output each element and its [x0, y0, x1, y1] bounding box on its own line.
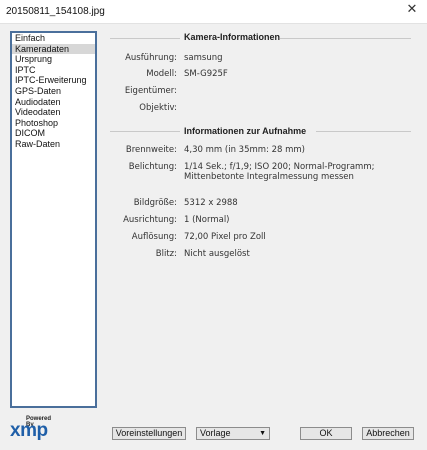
- section-divider: [280, 38, 411, 39]
- owner-label: Eigentümer:: [124, 86, 177, 96]
- close-icon[interactable]: ✕: [405, 3, 419, 17]
- cancel-button[interactable]: Abbrechen: [362, 427, 414, 440]
- ok-button[interactable]: OK: [300, 427, 352, 440]
- xmp-logo-text: xmp: [10, 420, 48, 441]
- title-bar: 20150811_154108.jpg ✕: [0, 0, 427, 24]
- chevron-down-icon: ▼: [259, 430, 266, 437]
- category-list[interactable]: Einfach Kameradaten Ursprung IPTC IPTC-E…: [10, 31, 97, 408]
- make-value: samsung: [184, 53, 223, 63]
- sidebar-item-photoshop[interactable]: Photoshop: [12, 118, 95, 129]
- resolution-label: Auflösung:: [131, 232, 177, 242]
- sidebar-item-raw-daten[interactable]: Raw-Daten: [12, 139, 95, 150]
- model-value: SM-G925F: [184, 69, 228, 79]
- capture-info-heading: Informationen zur Aufnahme: [184, 126, 307, 136]
- image-size-value: 5312 x 2988: [184, 198, 238, 208]
- model-label: Modell:: [146, 69, 177, 79]
- orientation-label: Ausrichtung:: [123, 215, 177, 225]
- sidebar-item-ursprung[interactable]: Ursprung: [12, 54, 95, 65]
- exposure-value-line1: 1/14 Sek.; f/1,9; ISO 200; Normal-Progra…: [184, 162, 375, 172]
- sidebar-item-einfach[interactable]: Einfach: [12, 33, 95, 44]
- sidebar-item-videodaten[interactable]: Videodaten: [12, 107, 95, 118]
- flash-label: Blitz:: [155, 249, 177, 259]
- section-divider: [110, 38, 180, 39]
- sidebar-item-gps-daten[interactable]: GPS-Daten: [12, 86, 95, 97]
- exposure-value-line2: Mittenbetonte Integralmessung messen: [184, 172, 354, 182]
- focal-length-value: 4,30 mm (in 35mm: 28 mm): [184, 145, 305, 155]
- preferences-button[interactable]: Voreinstellungen: [112, 427, 186, 440]
- window-title: 20150811_154108.jpg: [6, 6, 105, 17]
- orientation-value: 1 (Normal): [184, 215, 230, 225]
- section-divider: [110, 131, 180, 132]
- section-divider: [316, 131, 411, 132]
- camera-info-heading: Kamera-Informationen: [184, 32, 281, 42]
- lens-label: Objektiv:: [139, 103, 177, 113]
- make-label: Ausführung:: [125, 53, 177, 63]
- sidebar-item-iptc-erweiterung[interactable]: IPTC-Erweiterung: [12, 75, 95, 86]
- image-size-label: Bildgröße:: [133, 198, 177, 208]
- sidebar-item-audiodaten[interactable]: Audiodaten: [12, 97, 95, 108]
- exposure-label: Belichtung:: [128, 162, 177, 172]
- resolution-value: 72,00 Pixel pro Zoll: [184, 232, 266, 242]
- sidebar-item-iptc[interactable]: IPTC: [12, 65, 95, 76]
- sidebar-item-dicom[interactable]: DICOM: [12, 128, 95, 139]
- focal-length-label: Brennweite:: [125, 145, 177, 155]
- template-dropdown[interactable]: Vorlage ▼: [196, 427, 270, 440]
- flash-value: Nicht ausgelöst: [184, 249, 250, 259]
- sidebar-item-kameradaten[interactable]: Kameradaten: [12, 43, 95, 55]
- template-dropdown-label: Vorlage: [200, 428, 231, 438]
- xmp-logo: Powered By xmp: [10, 416, 60, 446]
